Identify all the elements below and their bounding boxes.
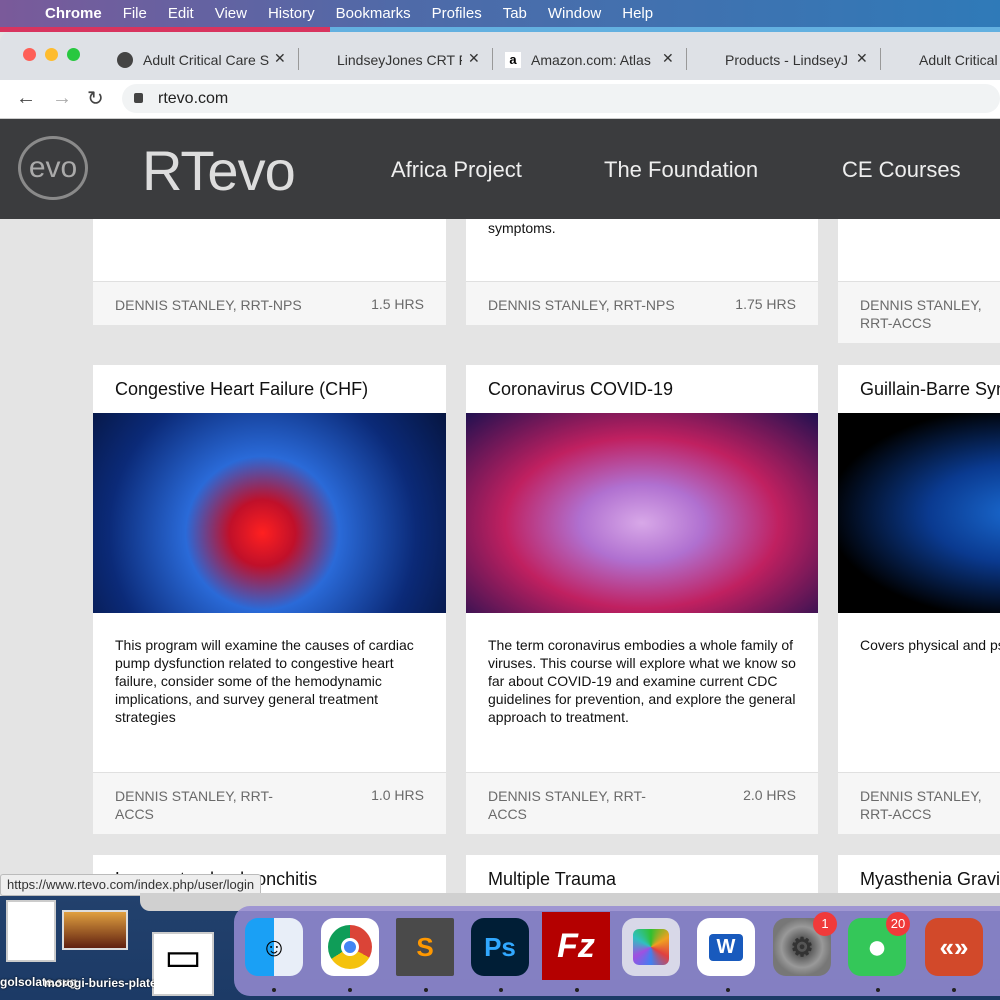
card-title[interactable]: Coronavirus COVID-19 [488, 379, 673, 400]
dock-chrome-icon[interactable] [321, 918, 379, 976]
zoom-window-button[interactable] [67, 48, 80, 61]
menu-bookmarks[interactable]: Bookmarks [336, 5, 411, 22]
menu-edit[interactable]: Edit [168, 5, 194, 22]
card-description: The term coronavirus embodies a whole fa… [488, 637, 796, 725]
dock-running-indicator [272, 988, 276, 992]
site-logo[interactable]: evo [18, 136, 88, 200]
tab-1[interactable]: Adult Critical Care S [117, 50, 277, 70]
tab-separator [298, 48, 299, 70]
dock-running-indicator [575, 988, 579, 992]
card-hours: 1.5 HRS [371, 296, 424, 312]
course-card[interactable]: Guillain-Barre Syndrome Covers physical … [838, 365, 1000, 834]
tab-separator [492, 48, 493, 70]
amazon-icon: a [505, 52, 521, 68]
dock-photoshop-icon[interactable]: Ps [471, 918, 529, 976]
card-footer: DENNIS STANLEY, RRT-ACCS 1.0 HRS [93, 772, 446, 834]
menu-app[interactable]: Chrome [45, 5, 102, 22]
card-author: DENNIS STANLEY, RRT-ACCS [488, 788, 646, 822]
card-title[interactable]: Guillain-Barre Syndrome [860, 379, 1000, 400]
desktop-file-label: morogi-buries-plates-k...sync.jpg [44, 976, 154, 990]
menu-help[interactable]: Help [622, 5, 653, 22]
dock-filezilla-icon[interactable]: Fz [542, 912, 610, 980]
card-hours: 2.0 HRS [743, 787, 796, 803]
card-footer: DENNIS STANLEY, RRT-NPS 1.5 HRS [93, 281, 446, 325]
nav-the-foundation[interactable]: The Foundation [604, 157, 758, 183]
tab-4-close[interactable]: ✕ [856, 50, 868, 67]
menu-view[interactable]: View [215, 5, 247, 22]
card-title[interactable]: Myasthenia Gravis [860, 869, 1000, 890]
heart-image [93, 413, 446, 613]
course-card[interactable]: DENNIS STANLEY, RRT-NPS 1.5 HRS [93, 219, 446, 325]
course-card[interactable]: symptoms. DENNIS STANLEY, RRT-NPS 1.75 HR… [466, 219, 818, 325]
notification-badge: 1 [813, 912, 837, 936]
tab-2-close[interactable]: ✕ [468, 50, 480, 67]
nav-africa-project[interactable]: Africa Project [391, 157, 522, 183]
course-card[interactable]: Coronavirus COVID-19 The term coronaviru… [466, 365, 818, 834]
calendar-file-icon[interactable]: ▭ [152, 932, 214, 996]
menu-window[interactable]: Window [548, 5, 601, 22]
card-description: Covers physical and psychological aspect… [860, 637, 1000, 653]
notification-badge: 20 [886, 912, 910, 936]
course-card[interactable]: Congestive Heart Failure (CHF) This prog… [93, 365, 446, 834]
globe-icon [117, 52, 133, 68]
reload-button[interactable]: ↻ [87, 86, 104, 111]
card-description: This program will examine the causes of … [115, 637, 414, 725]
site-brand[interactable]: RTevo [142, 138, 296, 203]
card-hours: 1.75 HRS [735, 296, 796, 312]
lock-icon [134, 93, 143, 103]
dock-remote-desktop-icon[interactable]: «» [925, 918, 983, 976]
close-window-button[interactable] [23, 48, 36, 61]
course-card[interactable]: DENNIS STANLEY, RRT-ACCS [838, 219, 1000, 343]
brain-image [838, 413, 1000, 613]
menu-tab[interactable]: Tab [503, 5, 527, 22]
card-hours: 1.0 HRS [371, 787, 424, 803]
card-author: DENNIS STANLEY, RRT-NPS [488, 297, 675, 313]
card-author: DENNIS STANLEY, RRT-ACCS [115, 788, 273, 822]
dock-running-indicator [952, 988, 956, 992]
dock-sublime-icon[interactable]: S [396, 918, 454, 976]
tab-separator [880, 48, 881, 70]
dock-finder-icon[interactable]: ☺ [245, 918, 303, 976]
card-footer: DENNIS STANLEY, RRT-ACCS [838, 281, 1000, 343]
tab-2[interactable]: LindseyJones CRT F [337, 50, 462, 70]
card-footer: DENNIS STANLEY, RRT-ACCS 2.0 HRS [466, 772, 818, 834]
dock-running-indicator [424, 988, 428, 992]
dock-running-indicator [726, 988, 730, 992]
card-footer: DENNIS STANLEY, RRT-NPS 1.75 HRS [466, 281, 818, 325]
forward-button[interactable]: → [52, 87, 72, 110]
dock-running-indicator [348, 988, 352, 992]
tab-3[interactable]: a Amazon.com: Atlas [505, 50, 653, 70]
card-author: DENNIS STANLEY, RRT-ACCS [860, 788, 982, 822]
card-footer: DENNIS STANLEY, RRT-ACCS [838, 772, 1000, 834]
card-description: symptoms. [488, 220, 556, 236]
tab-4[interactable]: Products - LindseyJ [725, 50, 850, 70]
menu-profiles[interactable]: Profiles [432, 5, 482, 22]
tab-3-close[interactable]: ✕ [662, 50, 674, 67]
covid-lungs-image [466, 413, 818, 613]
dock-running-indicator [499, 988, 503, 992]
url-input[interactable]: rtevo.com [122, 84, 1000, 113]
menu-file[interactable]: File [123, 5, 147, 22]
tab-1-close[interactable]: ✕ [274, 50, 286, 67]
back-button[interactable]: ← [16, 87, 36, 110]
dock-running-indicator [876, 988, 880, 992]
menu-history[interactable]: History [268, 5, 315, 22]
desktop-file-jpg-icon[interactable] [62, 910, 128, 950]
minimize-window-button[interactable] [45, 48, 58, 61]
menu-bar: Chrome File Edit View History Bookmarks … [0, 0, 1000, 27]
dock-launchpad-icon[interactable] [622, 918, 680, 976]
tab-5[interactable]: Adult Critical [919, 50, 1000, 70]
desktop-file-svg-icon[interactable] [6, 900, 56, 962]
card-title[interactable]: Multiple Trauma [488, 869, 616, 890]
nav-ce-courses[interactable]: CE Courses [842, 157, 961, 183]
tab-separator [686, 48, 687, 70]
card-title[interactable]: Congestive Heart Failure (CHF) [115, 379, 368, 400]
dock-word-icon[interactable]: W [697, 918, 755, 976]
card-author: DENNIS STANLEY, RRT-ACCS [860, 297, 982, 331]
card-author: DENNIS STANLEY, RRT-NPS [115, 297, 302, 313]
